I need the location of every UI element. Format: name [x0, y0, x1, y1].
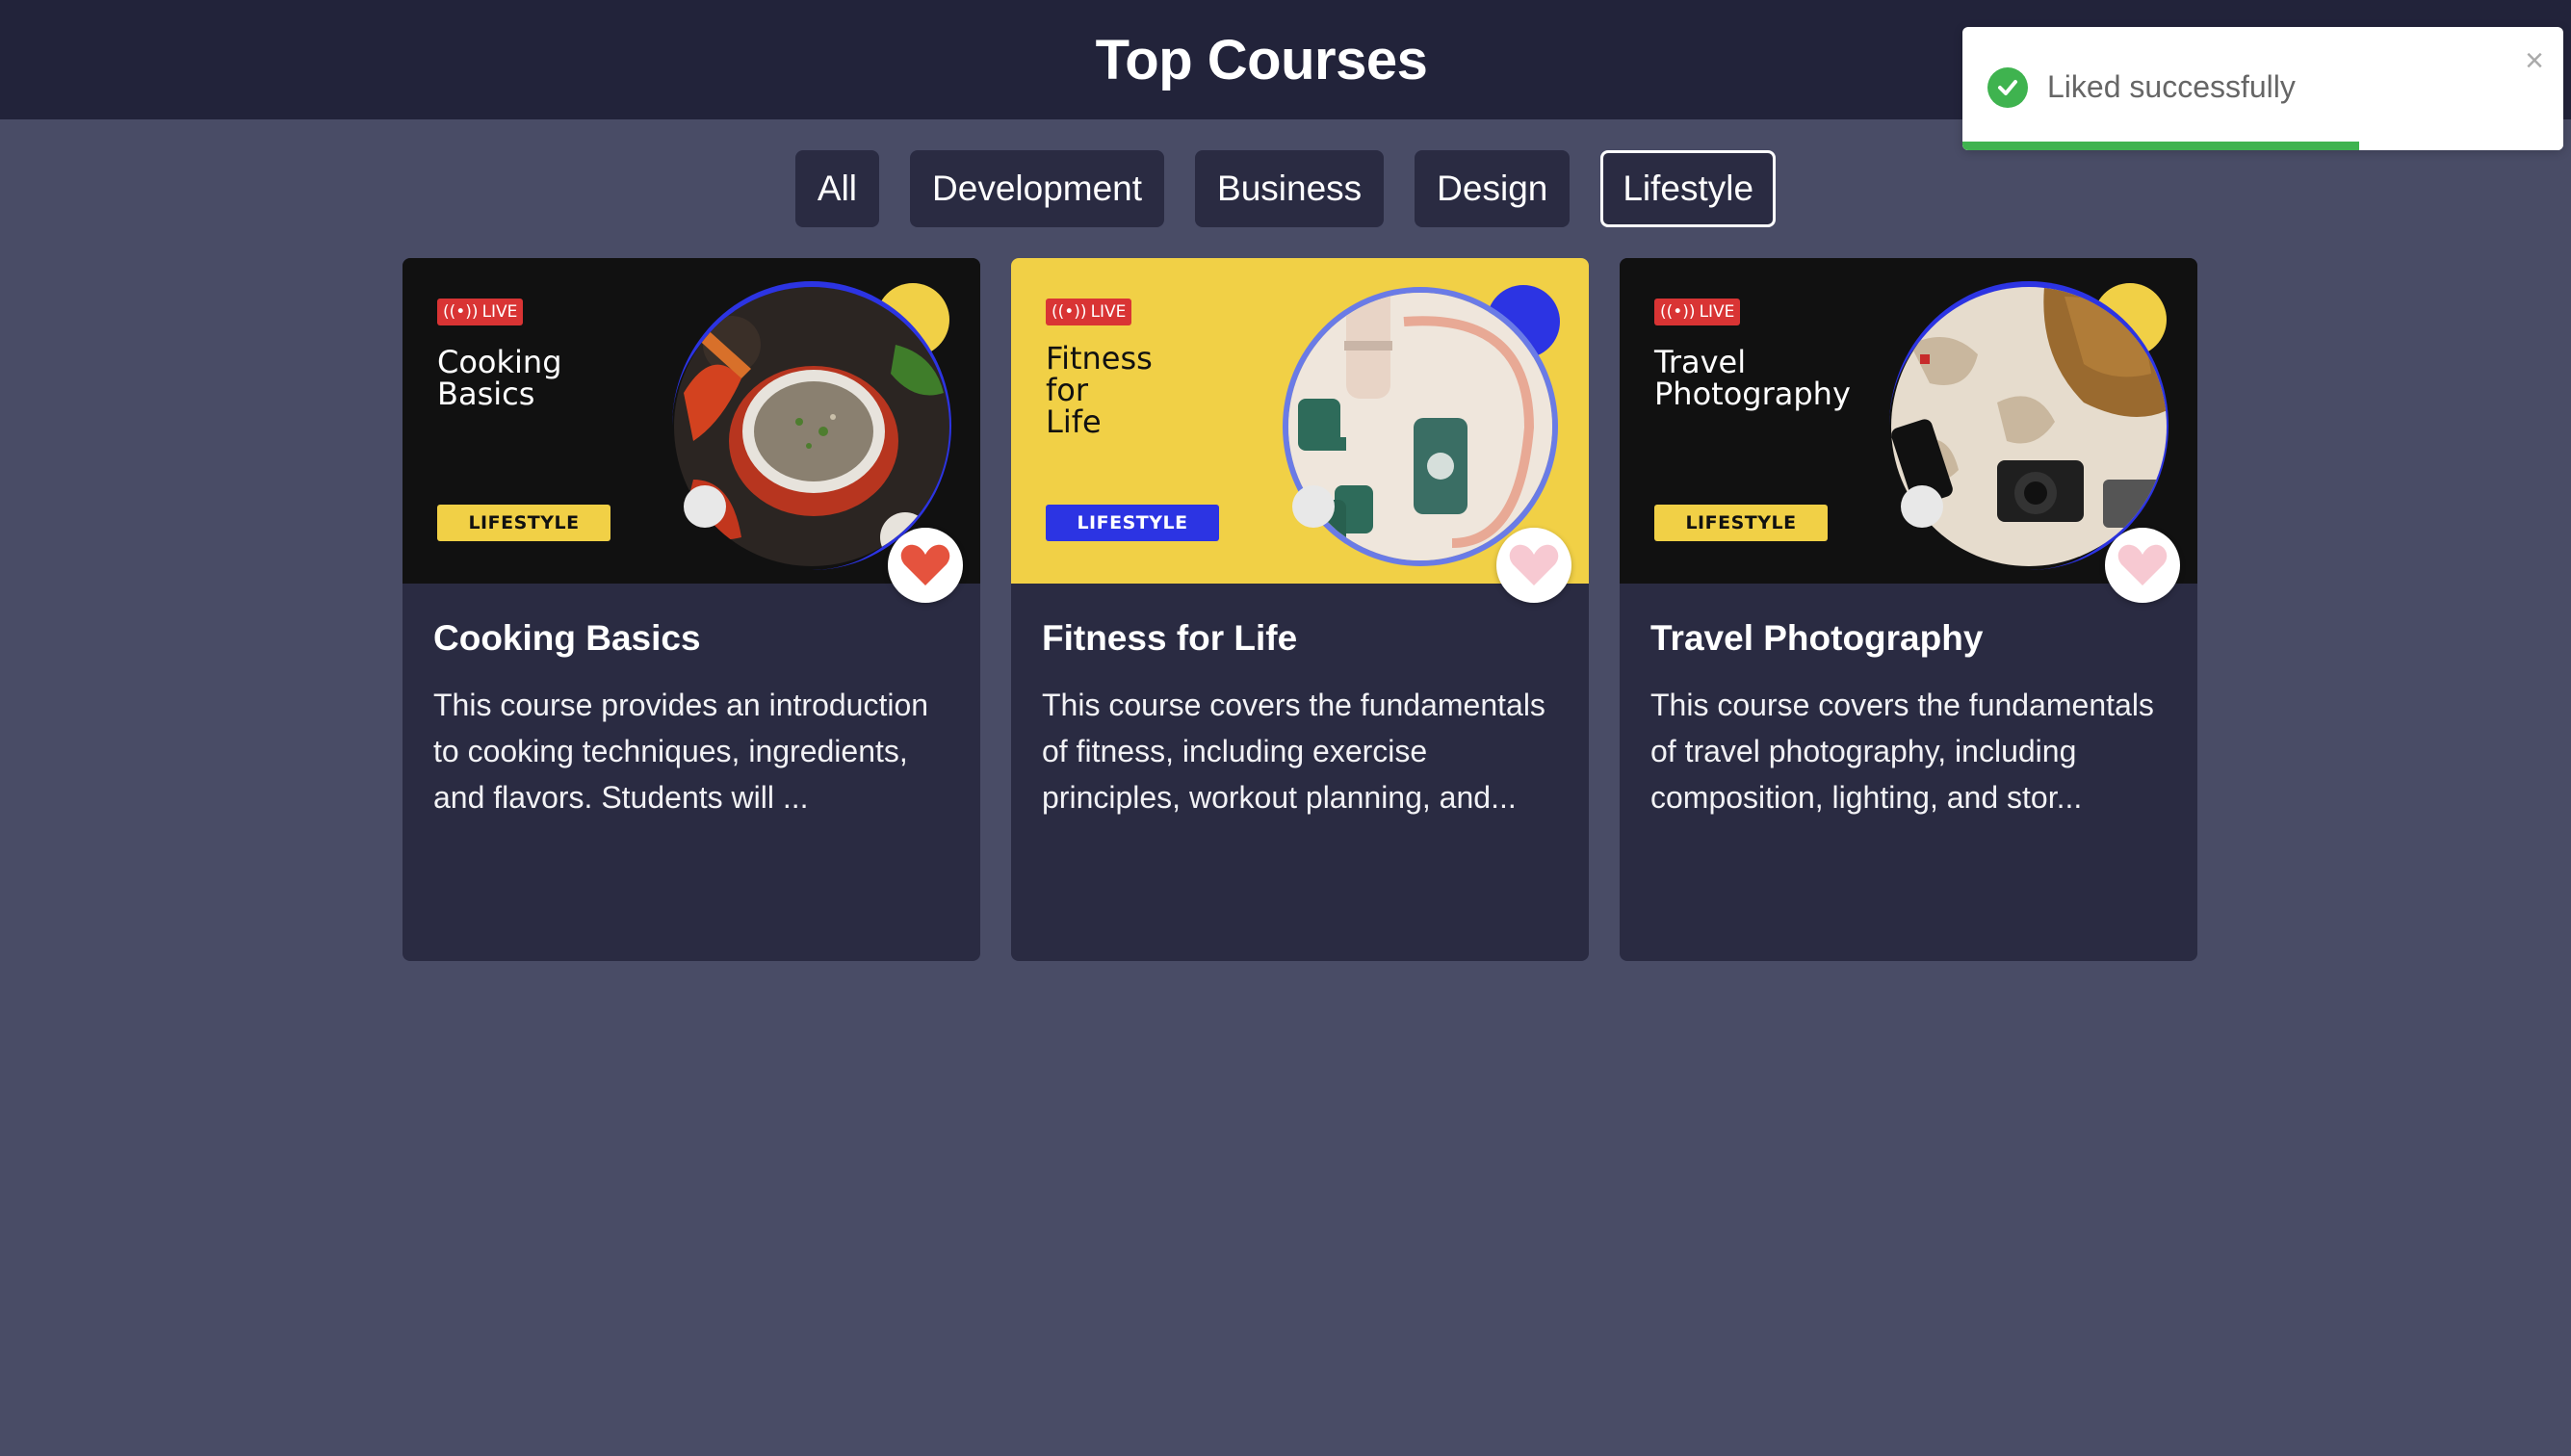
category-badge: LIFESTYLE	[1654, 505, 1828, 541]
close-icon[interactable]: ×	[2525, 44, 2544, 77]
live-badge: ((•)) LIVE	[437, 299, 524, 325]
course-card-list: ((•)) LIVE Cooking Basics LIFESTYLE Cook…	[403, 258, 2197, 961]
toast-message: Liked successfully	[2047, 69, 2296, 104]
like-button[interactable]	[2105, 528, 2180, 603]
course-title[interactable]: Fitness for Life	[1042, 618, 1558, 659]
thumbnail-title: Fitness for Life	[1046, 340, 1153, 440]
thumbnail-title: Cooking Basics	[437, 344, 562, 412]
toast-notification: Liked successfully ×	[1962, 27, 2563, 150]
live-label: LIVE	[481, 302, 518, 322]
course-thumbnail: ((•)) LIVE Fitness for Life LIFESTYLE	[1011, 258, 1589, 584]
course-description: This course covers the fundamentals of t…	[1650, 688, 2154, 815]
course-thumbnail: ((•)) LIVE Travel Photography LIFESTYLE	[1620, 258, 2197, 584]
check-circle-icon	[1987, 67, 2028, 108]
course-card[interactable]: ((•)) LIVE Fitness for Life LIFESTYLE Fi…	[1011, 258, 1589, 961]
heart-outline-icon	[1509, 544, 1559, 585]
live-badge: ((•)) LIVE	[1046, 299, 1132, 325]
course-title[interactable]: Cooking Basics	[433, 618, 949, 659]
course-title[interactable]: Travel Photography	[1650, 618, 2167, 659]
course-card[interactable]: ((•)) LIVE Travel Photography LIFESTYLE …	[1620, 258, 2197, 961]
decor-dot	[1292, 485, 1335, 528]
like-button[interactable]	[888, 528, 963, 603]
category-filter-bar: All Development Business Design Lifestyl…	[0, 150, 2571, 227]
live-label: LIVE	[1699, 302, 1735, 322]
toast-progress-bar	[1962, 142, 2359, 150]
broadcast-icon: ((•))	[1660, 302, 1696, 322]
heart-outline-icon	[2117, 544, 2168, 585]
thumbnail-title: Travel Photography	[1654, 344, 1851, 412]
page-title: Top Courses	[1095, 28, 1428, 91]
course-description: This course covers the fundamentals of f…	[1042, 688, 1545, 815]
decor-dot	[684, 485, 726, 528]
live-badge: ((•)) LIVE	[1654, 299, 1741, 325]
heart-filled-icon	[900, 544, 950, 585]
filter-lifestyle-button[interactable]: Lifestyle	[1600, 150, 1777, 227]
filter-all-button[interactable]: All	[794, 150, 880, 227]
course-description: This course provides an introduction to …	[433, 688, 929, 815]
decor-dot	[1901, 485, 1943, 528]
filter-development-button[interactable]: Development	[910, 150, 1165, 227]
broadcast-icon: ((•))	[1052, 302, 1087, 322]
filter-design-button[interactable]: Design	[1415, 150, 1571, 227]
course-card[interactable]: ((•)) LIVE Cooking Basics LIFESTYLE Cook…	[403, 258, 980, 961]
broadcast-icon: ((•))	[443, 302, 479, 322]
live-label: LIVE	[1090, 302, 1127, 322]
course-thumbnail: ((•)) LIVE Cooking Basics LIFESTYLE	[403, 258, 980, 584]
category-badge: LIFESTYLE	[437, 505, 610, 541]
category-badge: LIFESTYLE	[1046, 505, 1219, 541]
toast-progress-track	[1962, 142, 2563, 150]
like-button[interactable]	[1496, 528, 1571, 603]
filter-business-button[interactable]: Business	[1195, 150, 1385, 227]
